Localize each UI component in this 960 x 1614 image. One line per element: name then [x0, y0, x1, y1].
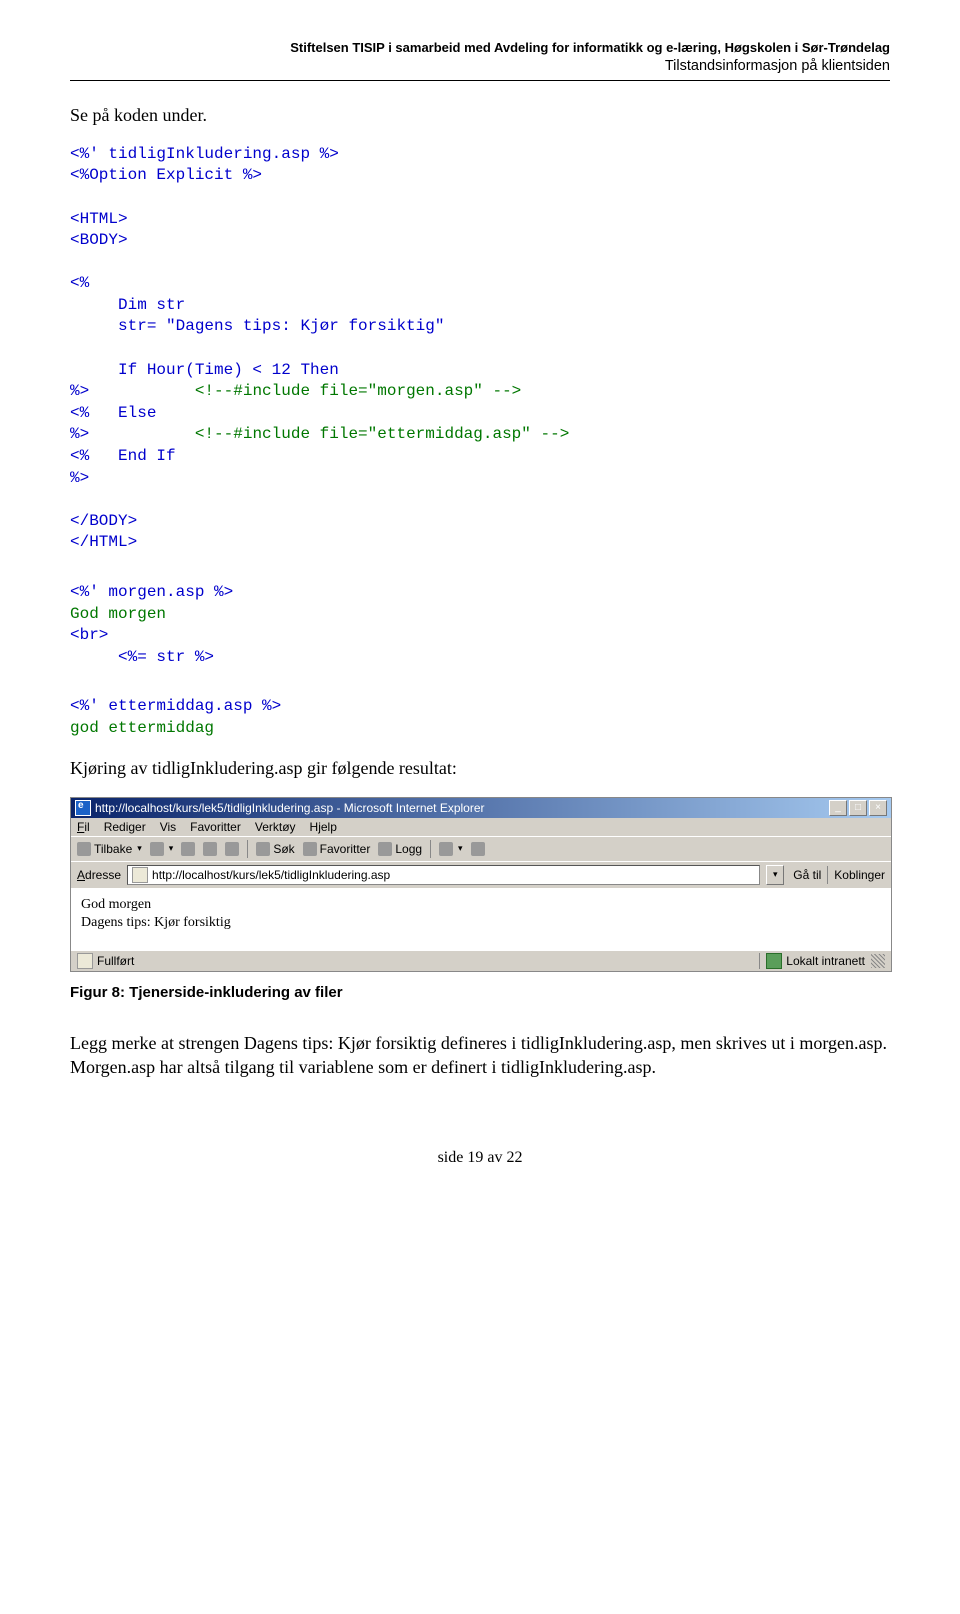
- zone-icon: [766, 953, 782, 969]
- links-label[interactable]: Koblinger: [834, 868, 885, 882]
- toolbar: Tilbake▾ ▾ Søk Favoritter Logg ▾: [71, 836, 891, 861]
- browser-content: God morgen Dagens tips: Kjør forsiktig: [71, 888, 891, 950]
- address-input[interactable]: http://localhost/kurs/lek5/tidligInklude…: [127, 865, 760, 885]
- toolbar-separator: [430, 840, 431, 858]
- maximize-button[interactable]: □: [849, 800, 867, 816]
- toolbar-separator: [247, 840, 248, 858]
- paragraph-1: Legg merke at strengen Dagens tips: Kjør…: [70, 1031, 890, 1080]
- forward-icon: [150, 842, 164, 856]
- menubar: Fil Rediger Vis Favoritter Verktøy Hjelp: [71, 818, 891, 836]
- window-title: http://localhost/kurs/lek5/tidligInklude…: [95, 801, 829, 815]
- history-icon: [378, 842, 392, 856]
- mail-icon: [439, 842, 453, 856]
- code-block-ettermiddag: <%' ettermiddag.asp %> god ettermiddag: [70, 696, 890, 739]
- header-line2: Tilstandsinformasjon på klientsiden: [70, 57, 890, 76]
- minimize-button[interactable]: _: [829, 800, 847, 816]
- address-url: http://localhost/kurs/lek5/tidligInklude…: [152, 868, 390, 882]
- search-button[interactable]: Søk: [256, 842, 294, 856]
- content-line2: Dagens tips: Kjør forsiktig: [81, 914, 881, 932]
- search-icon: [256, 842, 270, 856]
- page-header: Stiftelsen TISIP i samarbeid med Avdelin…: [70, 40, 890, 76]
- security-zone: Lokalt intranett: [759, 953, 865, 969]
- status-icon: [77, 953, 93, 969]
- address-dropdown[interactable]: ▾: [766, 865, 784, 885]
- mail-button[interactable]: ▾: [439, 842, 463, 856]
- ie-icon: [75, 800, 91, 816]
- menu-favoritter[interactable]: Favoritter: [190, 820, 241, 834]
- code-block-tidlig: <%' tidligInkludering.asp %> <%Option Ex…: [70, 144, 890, 554]
- code-block-morgen: <%' morgen.asp %> God morgen <br> <%= st…: [70, 582, 890, 668]
- print-icon: [471, 842, 485, 856]
- titlebar: http://localhost/kurs/lek5/tidligInklude…: [71, 798, 891, 818]
- refresh-icon: [203, 842, 217, 856]
- resize-grip[interactable]: [871, 954, 885, 968]
- refresh-button[interactable]: [203, 842, 217, 856]
- header-rule: [70, 80, 890, 81]
- back-button[interactable]: Tilbake▾: [77, 842, 142, 856]
- page-icon: [132, 867, 148, 883]
- favorites-button[interactable]: Favoritter: [303, 842, 371, 856]
- menu-fil[interactable]: Fil: [77, 820, 90, 834]
- back-icon: [77, 842, 91, 856]
- ie-browser-window: http://localhost/kurs/lek5/tidligInklude…: [70, 797, 892, 972]
- stop-button[interactable]: [181, 842, 195, 856]
- figure-caption: Figur 8: Tjenerside-inkludering av filer: [70, 984, 890, 1001]
- close-button[interactable]: ×: [869, 800, 887, 816]
- status-bar: Fullført Lokalt intranett: [71, 950, 891, 971]
- content-line1: God morgen: [81, 896, 881, 914]
- home-button[interactable]: [225, 842, 239, 856]
- header-line1: Stiftelsen TISIP i samarbeid med Avdelin…: [70, 40, 890, 57]
- go-button[interactable]: Gå til: [790, 868, 821, 882]
- menu-vis[interactable]: Vis: [160, 820, 176, 834]
- print-button[interactable]: [471, 842, 485, 856]
- home-icon: [225, 842, 239, 856]
- menu-verktoy[interactable]: Verktøy: [255, 820, 296, 834]
- forward-button[interactable]: ▾: [150, 842, 174, 856]
- status-text: Fullført: [97, 954, 134, 968]
- favorites-icon: [303, 842, 317, 856]
- intro-text: Se på koden under.: [70, 105, 890, 126]
- menu-hjelp[interactable]: Hjelp: [310, 820, 337, 834]
- page-footer: side 19 av 22: [70, 1149, 890, 1167]
- zone-text: Lokalt intranett: [786, 954, 865, 968]
- address-label: Adresse: [77, 868, 121, 882]
- history-button[interactable]: Logg: [378, 842, 422, 856]
- stop-icon: [181, 842, 195, 856]
- address-bar: Adresse http://localhost/kurs/lek5/tidli…: [71, 861, 891, 888]
- menu-rediger[interactable]: Rediger: [104, 820, 146, 834]
- result-intro: Kjøring av tidligInkludering.asp gir føl…: [70, 758, 890, 779]
- toolbar-separator: [827, 866, 828, 884]
